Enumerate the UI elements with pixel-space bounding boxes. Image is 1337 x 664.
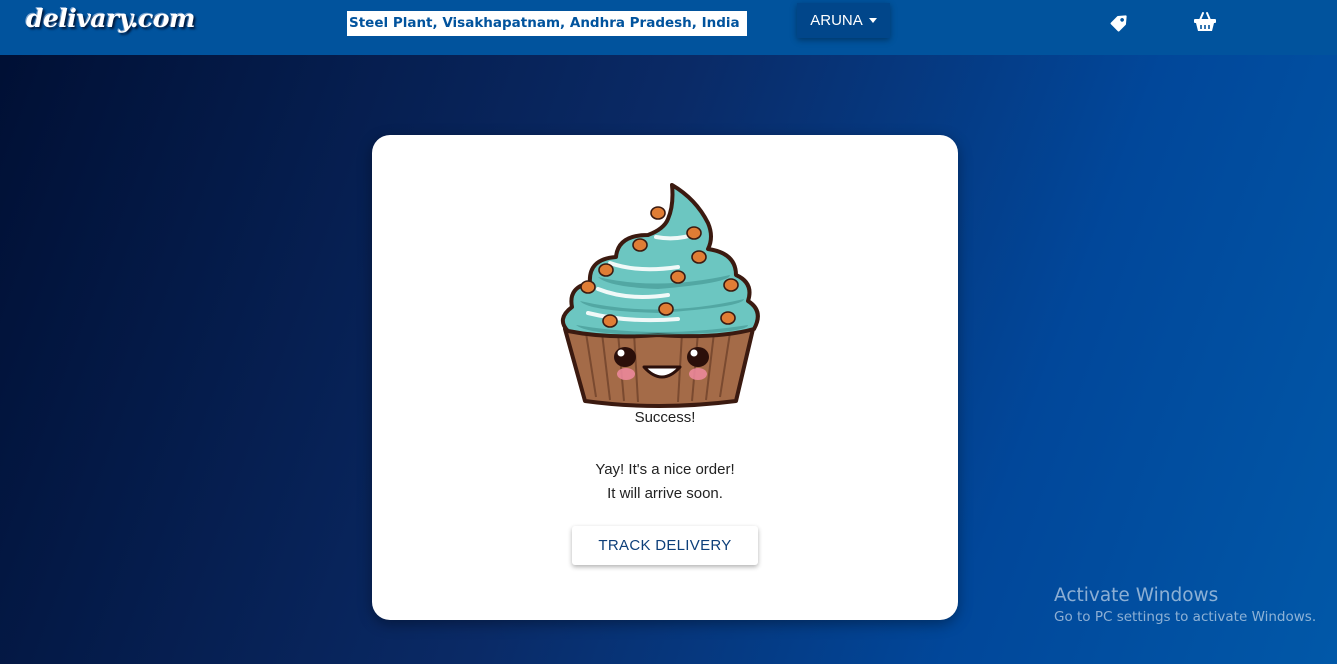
windows-activation-watermark: Activate Windows Go to PC settings to ac… <box>1054 585 1316 625</box>
user-name: ARUNA <box>810 12 863 29</box>
cupcake-illustration <box>560 183 760 408</box>
basket-icon[interactable] <box>1192 9 1218 35</box>
success-message-line2: It will arrive soon. <box>607 485 723 502</box>
watermark-title: Activate Windows <box>1054 585 1219 606</box>
watermark-subtitle: Go to PC settings to activate Windows. <box>1054 609 1317 625</box>
success-message-line1: Yay! It's a nice order! <box>595 461 735 478</box>
logo[interactable]: delivary.com <box>26 4 196 33</box>
tag-icon[interactable] <box>1107 9 1133 35</box>
user-menu-button[interactable]: ARUNA <box>797 3 890 38</box>
navbar: delivary.com Steel Plant, Visakhapatnam,… <box>0 0 1337 55</box>
success-card: Success! Yay! It's a nice order! It will… <box>372 135 958 620</box>
success-title: Success! <box>634 409 696 426</box>
location-field[interactable]: Steel Plant, Visakhapatnam, Andhra Prade… <box>347 11 747 36</box>
track-delivery-button[interactable]: TRACK DELIVERY <box>572 526 758 565</box>
caret-down-icon <box>868 18 877 23</box>
